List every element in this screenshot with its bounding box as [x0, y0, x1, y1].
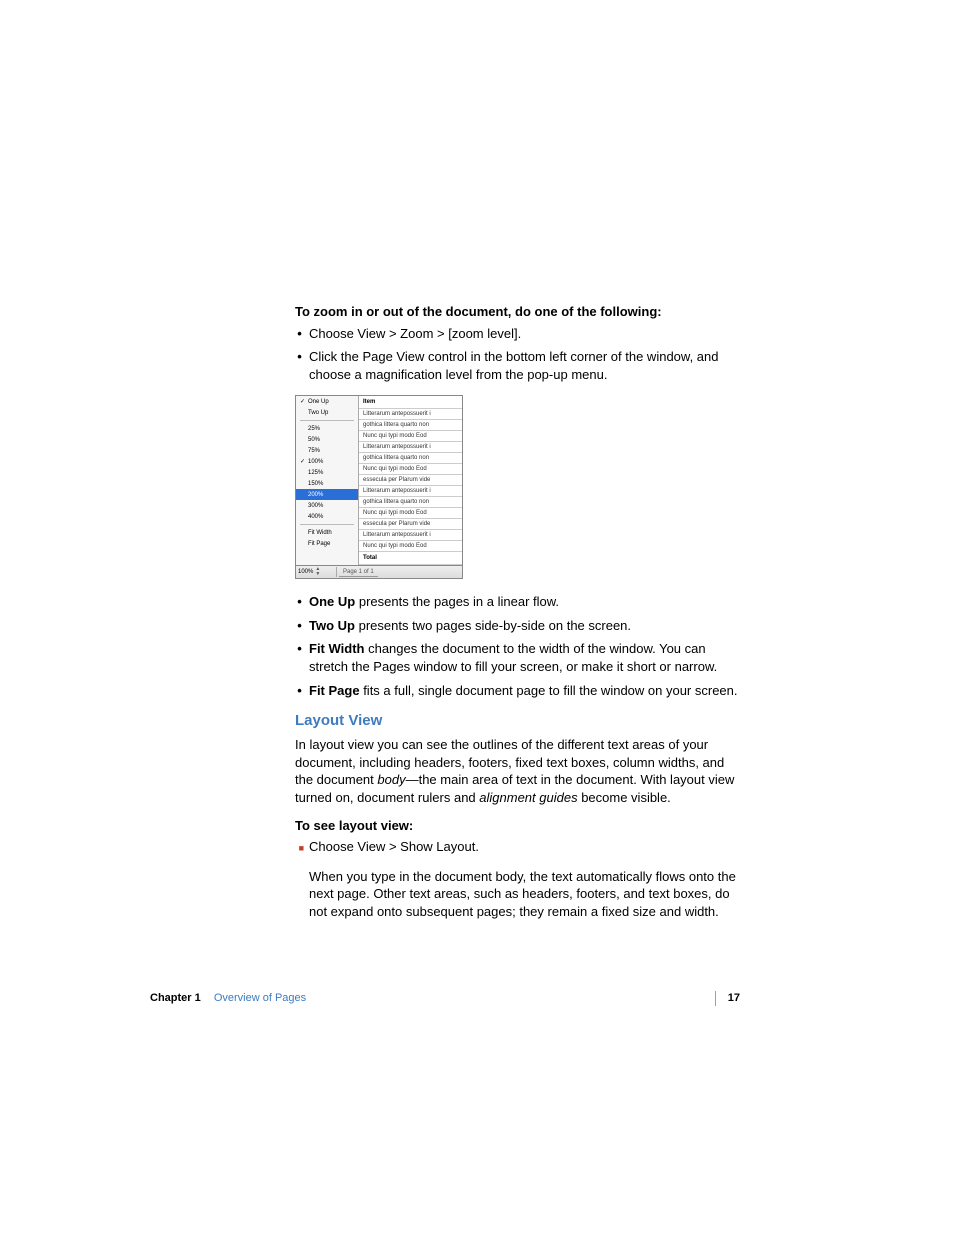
list-item: Choose View > Show Layout. [309, 838, 740, 856]
menu-item-one-up[interactable]: ✓One Up [296, 396, 358, 407]
table-row: Litterarum antepossuerit i [359, 409, 462, 420]
menu-item-two-up[interactable]: Two Up [296, 407, 358, 418]
table-row: essecula per Plarum vide [359, 519, 462, 530]
table-row: Nunc qui typi modo Eod [359, 431, 462, 442]
table-row: gothica littera quarto non [359, 453, 462, 464]
zoom-heading: To zoom in or out of the document, do on… [295, 303, 740, 321]
menu-separator [300, 524, 354, 525]
table-row: Litterarum antepossuerit i [359, 442, 462, 453]
table-row: Litterarum antepossuerit i [359, 530, 462, 541]
menu-separator [300, 420, 354, 421]
desc: presents the pages in a linear flow. [355, 594, 559, 609]
page-indicator: Page 1 of 1 [339, 568, 378, 577]
chapter-label: Chapter 1 [150, 992, 201, 1004]
layout-view-intro: In layout view you can see the outlines … [295, 736, 740, 806]
menu-item-fit-page[interactable]: Fit Page [296, 538, 358, 549]
pageview-figure: ✓One Up Two Up 25% 50% 75% ✓100% 125% 15… [295, 395, 740, 579]
footer-left: Chapter 1 Overview of Pages [150, 991, 306, 1006]
term: Fit Page [309, 683, 360, 698]
page-footer: Chapter 1 Overview of Pages 17 [150, 991, 740, 1006]
check-icon: ✓ [300, 398, 308, 406]
table-row: Litterarum antepossuerit i [359, 486, 462, 497]
term: One Up [309, 594, 355, 609]
menu-label: 150% [308, 480, 323, 488]
desc: fits a full, single document page to fil… [360, 683, 738, 698]
chapter-title: Overview of Pages [214, 992, 306, 1004]
document-preview: Item Litterarum antepossuerit i gothica … [359, 396, 462, 565]
table-header: Item [359, 396, 462, 409]
menu-label: 400% [308, 513, 323, 521]
popup-menu-screenshot: ✓One Up Two Up 25% 50% 75% ✓100% 125% 15… [295, 395, 463, 566]
menu-label: One Up [308, 398, 329, 406]
table-row: Nunc qui typi modo Eod [359, 464, 462, 475]
menu-item-400[interactable]: 400% [296, 511, 358, 522]
status-bar: 100% ▲▼ Page 1 of 1 [295, 566, 463, 579]
list-item: One Up presents the pages in a linear fl… [309, 593, 740, 611]
menu-item-50[interactable]: 50% [296, 434, 358, 445]
zoom-value: 100% [298, 568, 313, 576]
menu-label: 50% [308, 436, 320, 444]
stepper-icon: ▲▼ [315, 567, 320, 577]
menu-item-75[interactable]: 75% [296, 445, 358, 456]
menu-label: 200% [308, 491, 323, 499]
zoom-popup-menu: ✓One Up Two Up 25% 50% 75% ✓100% 125% 15… [296, 396, 359, 565]
page-view-control[interactable]: 100% ▲▼ [296, 567, 337, 577]
list-item: Fit Width changes the document to the wi… [309, 640, 740, 675]
menu-item-25[interactable]: 25% [296, 423, 358, 434]
layout-view-note: When you type in the document body, the … [309, 868, 740, 921]
check-icon: ✓ [300, 458, 308, 466]
term: Two Up [309, 618, 355, 633]
table-total: Total [359, 552, 462, 565]
menu-item-300[interactable]: 300% [296, 500, 358, 511]
table-row: essecula per Plarum vide [359, 475, 462, 486]
menu-label: Fit Page [308, 540, 330, 548]
layout-view-subhead: To see layout view: [295, 817, 740, 835]
menu-label: Two Up [308, 409, 328, 417]
layout-steps: Choose View > Show Layout. [295, 838, 740, 856]
table-row: gothica littera quarto non [359, 497, 462, 508]
list-item: Choose View > Zoom > [zoom level]. [309, 325, 740, 343]
table-row: Nunc qui typi modo Eod [359, 541, 462, 552]
menu-item-200[interactable]: 200% [296, 489, 358, 500]
desc: presents two pages side-by-side on the s… [355, 618, 631, 633]
zoom-steps: Choose View > Zoom > [zoom level]. Click… [295, 325, 740, 384]
table-row: Nunc qui typi modo Eod [359, 508, 462, 519]
list-item: Click the Page View control in the botto… [309, 348, 740, 383]
list-item: Fit Page fits a full, single document pa… [309, 682, 740, 700]
menu-item-150[interactable]: 150% [296, 478, 358, 489]
menu-label: Fit Width [308, 529, 332, 537]
menu-label: 25% [308, 425, 320, 433]
menu-label: 75% [308, 447, 320, 455]
menu-label: 100% [308, 458, 323, 466]
desc: changes the document to the width of the… [309, 641, 717, 674]
page-body: To zoom in or out of the document, do on… [295, 303, 740, 930]
menu-item-125[interactable]: 125% [296, 467, 358, 478]
menu-label: 125% [308, 469, 323, 477]
list-item: Two Up presents two pages side-by-side o… [309, 617, 740, 635]
menu-item-fit-width[interactable]: Fit Width [296, 527, 358, 538]
document-page: To zoom in or out of the document, do on… [0, 0, 954, 1235]
menu-label: 300% [308, 502, 323, 510]
table-row: gothica littera quarto non [359, 420, 462, 431]
page-number: 17 [715, 991, 740, 1006]
view-modes-list: One Up presents the pages in a linear fl… [295, 593, 740, 699]
section-heading-layout-view: Layout View [295, 711, 740, 731]
menu-item-100[interactable]: ✓100% [296, 456, 358, 467]
term: Fit Width [309, 641, 364, 656]
